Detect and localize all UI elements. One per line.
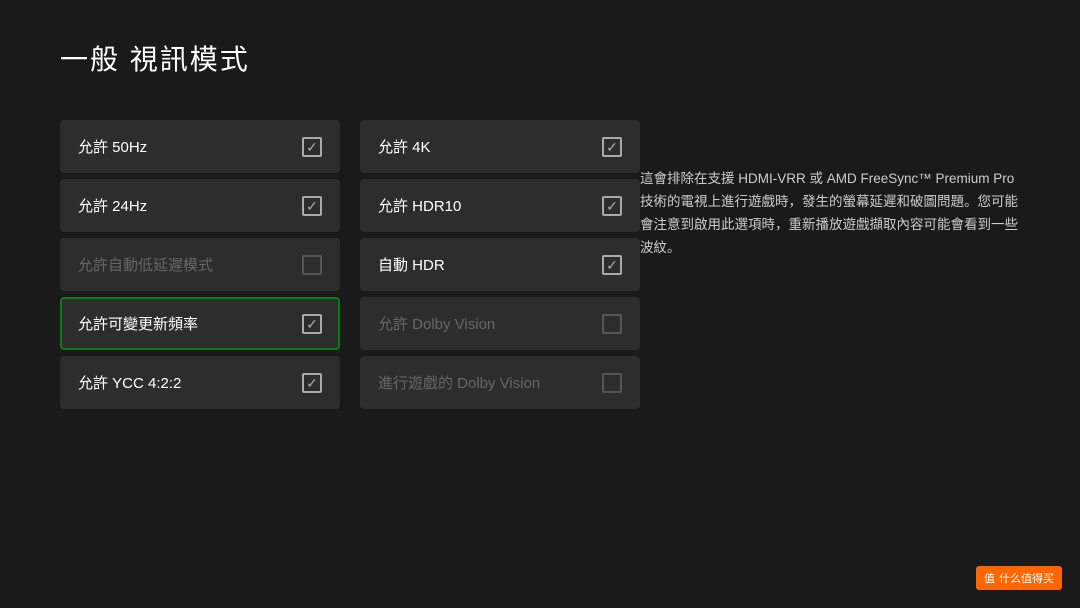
setting-label-gaming-dolby-vision: 進行遊戲的 Dolby Vision [378, 372, 540, 393]
page-title: 一般 視訊模式 [60, 38, 250, 78]
setting-item-allow-24hz[interactable]: 允許 24Hz ✓ [60, 179, 340, 232]
settings-container: 允許 50Hz✓允許 24Hz✓允許自動低延遲模式允許可變更新頻率✓允許 YCC… [60, 120, 640, 409]
checkmark-icon: ✓ [306, 317, 318, 331]
setting-label-allow-24hz: 允許 24Hz [78, 195, 147, 216]
watermark-icon: 值 [984, 570, 995, 586]
checkbox-allow-ycc422[interactable]: ✓ [302, 373, 322, 393]
checkbox-allow-50hz[interactable]: ✓ [302, 137, 322, 157]
setting-label-allow-50hz: 允許 50Hz [78, 136, 147, 157]
info-panel: 這會排除在支援 HDMI-VRR 或 AMD FreeSync™ Premium… [640, 168, 1020, 260]
column-right: 允許 4K ✓ 允許 HDR10 ✓ 自動 HDR ✓ 允許 Dolby Vision 進行遊… [360, 120, 640, 409]
setting-label-allow-dolby-vision: 允許 Dolby Vision [378, 313, 495, 334]
setting-item-allow-50hz[interactable]: 允許 50Hz ✓ [60, 120, 340, 173]
setting-item-allow-ycc422[interactable]: 允許 YCC 4:2:2 ✓ [60, 356, 340, 409]
checkbox-allow-24hz[interactable]: ✓ [302, 196, 322, 216]
setting-item-auto-hdr[interactable]: 自動 HDR ✓ [360, 238, 640, 291]
setting-label-allow-hdr10: 允許 HDR10 [378, 195, 461, 216]
checkbox-auto-hdr[interactable]: ✓ [602, 255, 622, 275]
setting-item-allow-variable-refresh[interactable]: 允許可變更新頻率 ✓ [60, 297, 340, 350]
checkbox-allow-variable-refresh[interactable]: ✓ [302, 314, 322, 334]
checkbox-gaming-dolby-vision[interactable] [602, 373, 622, 393]
setting-label-allow-auto-low-latency: 允許自動低延遲模式 [78, 254, 213, 275]
checkmark-icon: ✓ [306, 199, 318, 213]
setting-item-allow-4k[interactable]: 允許 4K ✓ [360, 120, 640, 173]
setting-label-auto-hdr: 自動 HDR [378, 254, 445, 275]
setting-label-allow-4k: 允許 4K [378, 136, 431, 157]
checkmark-icon: ✓ [606, 199, 618, 213]
setting-item-allow-auto-low-latency[interactable]: 允許自動低延遲模式 [60, 238, 340, 291]
setting-item-allow-hdr10[interactable]: 允許 HDR10 ✓ [360, 179, 640, 232]
checkmark-icon: ✓ [606, 140, 618, 154]
checkbox-allow-hdr10[interactable]: ✓ [602, 196, 622, 216]
checkbox-allow-auto-low-latency[interactable] [302, 255, 322, 275]
checkmark-icon: ✓ [306, 140, 318, 154]
watermark-text: 什么值得买 [999, 570, 1054, 586]
setting-label-allow-variable-refresh: 允許可變更新頻率 [78, 313, 198, 334]
checkmark-icon: ✓ [606, 258, 618, 272]
setting-label-allow-ycc422: 允許 YCC 4:2:2 [78, 372, 181, 393]
watermark: 值 什么值得买 [976, 566, 1062, 590]
column-left: 允許 50Hz✓允許 24Hz✓允許自動低延遲模式允許可變更新頻率✓允許 YCC… [60, 120, 340, 409]
checkmark-icon: ✓ [306, 376, 318, 390]
setting-item-gaming-dolby-vision[interactable]: 進行遊戲的 Dolby Vision [360, 356, 640, 409]
setting-item-allow-dolby-vision[interactable]: 允許 Dolby Vision [360, 297, 640, 350]
checkbox-allow-dolby-vision[interactable] [602, 314, 622, 334]
checkbox-allow-4k[interactable]: ✓ [602, 137, 622, 157]
